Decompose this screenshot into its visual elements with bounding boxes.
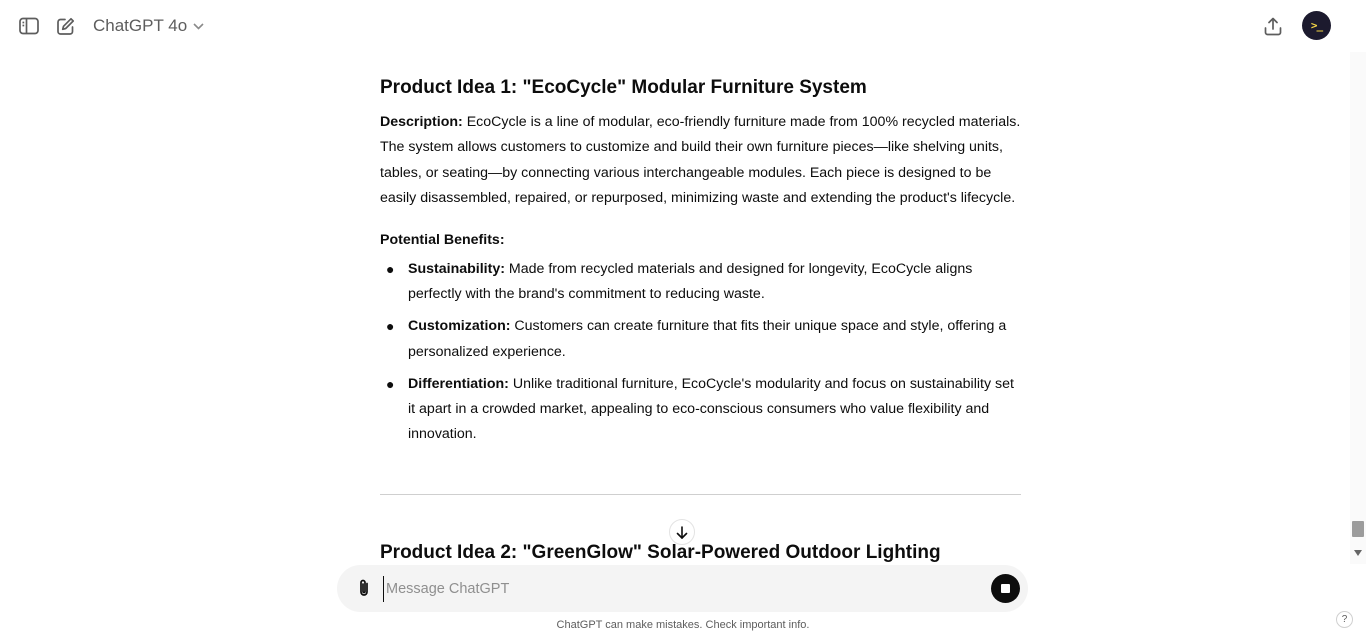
benefit-label: Customization: [408,318,511,335]
list-item: ● Differentiation: Unlike traditional fu… [380,372,1021,448]
list-item: ● Sustainability: Made from recycled mat… [380,257,1021,308]
benefit-label: Differentiation: [408,375,509,392]
bullet-icon: ● [386,375,395,392]
sidebar-toggle-icon [19,17,39,35]
scrollbar-thumb[interactable] [1352,521,1364,537]
help-button[interactable]: ? [1336,611,1353,628]
scrollbar-down-arrow-icon[interactable] [1354,550,1362,556]
bullet-icon: ● [386,318,395,335]
conversation-scroll-area[interactable]: Product Idea 1: "EcoCycle" Modular Furni… [0,52,1350,564]
top-bar: ChatGPT 4o >_ [0,0,1366,52]
section-divider [380,494,1021,495]
stop-icon [1001,584,1010,593]
help-icon: ? [1341,614,1348,625]
share-button[interactable] [1261,14,1285,38]
benefits-heading: Potential Benefits: [380,232,505,248]
bullet-icon: ● [386,261,395,277]
user-avatar[interactable]: >_ [1302,11,1331,40]
stop-generating-button[interactable] [991,574,1020,603]
list-item: ● Customization: Customers can create fu… [380,314,1021,365]
description-label: Description: [380,114,463,130]
model-switcher[interactable]: ChatGPT 4o [93,14,204,38]
avatar-text: >_ [1310,19,1323,32]
benefit-label: Sustainability: [408,261,505,277]
description-paragraph: Description: EcoCycle is a line of modul… [380,110,1025,212]
product-idea-2-title: Product Idea 2: "GreenGlow" Solar-Powere… [380,542,941,563]
chevron-down-icon [193,22,204,30]
sidebar-toggle-button[interactable] [17,14,41,38]
paperclip-icon [360,579,368,596]
message-composer [337,565,1028,612]
scroll-to-bottom-button[interactable] [669,519,695,545]
product-idea-1-title: Product Idea 1: "EcoCycle" Modular Furni… [380,77,867,98]
new-chat-button[interactable] [53,14,77,38]
disclaimer-text: ChatGPT can make mistakes. Check importa… [556,619,810,631]
model-name: ChatGPT 4o [93,16,188,35]
attach-button[interactable] [353,577,375,599]
share-icon [1264,17,1282,35]
new-chat-icon [56,17,74,35]
arrow-down-icon [676,525,688,539]
description-text: EcoCycle is a line of modular, eco-frien… [380,114,1021,207]
benefits-list: ● Sustainability: Made from recycled mat… [380,257,1021,454]
scrollbar[interactable] [1350,52,1366,564]
message-input[interactable] [383,576,976,602]
